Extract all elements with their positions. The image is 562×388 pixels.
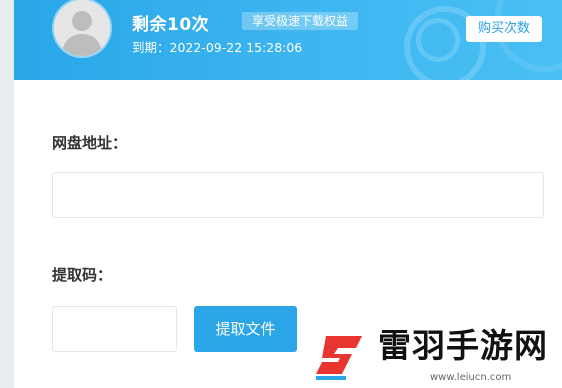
watermark-url: www.leiucn.com xyxy=(430,372,512,383)
buy-count-button[interactable]: 购买次数 xyxy=(466,16,542,42)
watermark: 雷羽手游网 www.leiucn.com xyxy=(312,322,562,388)
avatar xyxy=(54,0,110,56)
watermark-title: 雷羽手游网 xyxy=(378,326,548,365)
remaining-count: 剩余10次 xyxy=(132,15,210,35)
url-label: 网盘地址： xyxy=(52,134,128,152)
netdisk-url-input[interactable] xyxy=(52,172,544,218)
user-silhouette-icon xyxy=(54,0,110,56)
benefit-badge: 享受极速下载权益 xyxy=(242,12,359,30)
expiry-date: 到期：2022-09-22 15:28:06 xyxy=(132,40,303,55)
extract-code-input[interactable] xyxy=(52,306,177,352)
leiyu-logo-icon xyxy=(316,336,362,380)
decor-circle xyxy=(416,18,460,62)
extract-file-button[interactable]: 提取文件 xyxy=(194,306,297,352)
code-label: 提取码： xyxy=(52,266,113,284)
account-header: 剩余10次 享受极速下载权益 到期：2022-09-22 15:28:06 购买… xyxy=(14,0,562,80)
